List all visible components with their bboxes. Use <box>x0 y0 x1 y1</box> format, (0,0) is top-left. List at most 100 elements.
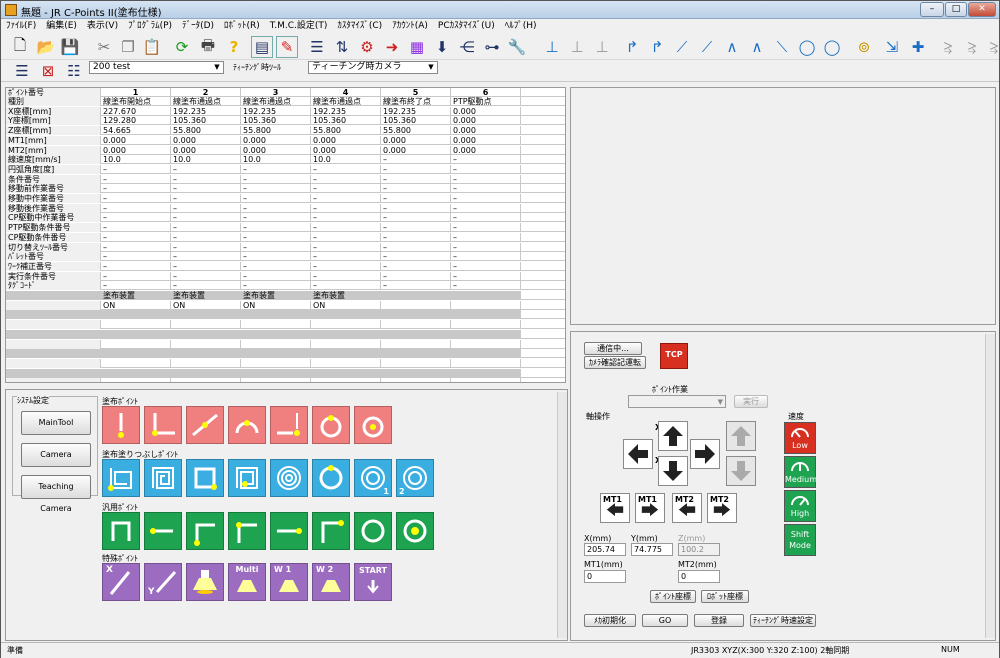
line-icon[interactable]: ⟋ <box>696 36 718 58</box>
diagonal-icon[interactable]: ⟍ <box>771 36 793 58</box>
circle2-icon[interactable]: ◯ <box>821 36 843 58</box>
grid-cell[interactable] <box>171 310 241 320</box>
grid-cell[interactable]: – <box>381 281 451 291</box>
grid-cell[interactable]: 0.000 <box>311 145 381 155</box>
circle-icon[interactable]: ◯ <box>796 36 818 58</box>
grid-cell[interactable] <box>241 310 311 320</box>
grid-header-row[interactable]: ﾎﾟｲﾝﾄ番号 1 2 3 4 5 6 <box>6 88 565 97</box>
mt1-plus-button[interactable]: MT1 <box>635 493 665 523</box>
grid-cell[interactable] <box>451 349 521 359</box>
register-button[interactable]: 登録 <box>694 614 744 627</box>
grid-cell[interactable] <box>451 358 521 368</box>
camera-check-button[interactable]: ｶﾒﾗ確認記運転 <box>584 356 646 369</box>
grid-cell[interactable]: 0.000 <box>101 145 171 155</box>
grid-cell[interactable]: – <box>241 194 311 203</box>
grid-cell[interactable]: – <box>311 213 381 223</box>
grid-cell[interactable]: – <box>451 174 521 184</box>
teaching-speed-button[interactable]: ﾃｨｰﾁﾝｸﾞ時速設定 <box>750 614 816 627</box>
grid-cell[interactable]: – <box>381 232 451 242</box>
robot-point2-icon[interactable]: ⊥ <box>566 36 588 58</box>
mt2-minus-button[interactable]: MT2 <box>672 493 702 523</box>
coat-line-start-icon[interactable] <box>144 406 182 444</box>
line-start-icon[interactable]: ↱ <box>621 36 643 58</box>
table-row[interactable]: 線速度[mm/s] 10.0 10.0 10.0 10.0– – <box>6 155 565 165</box>
grid-cell[interactable] <box>241 358 311 368</box>
grid-cell[interactable] <box>101 358 171 368</box>
grid-cell[interactable]: 192.235 <box>311 106 381 116</box>
fill-rect-icon[interactable] <box>186 459 224 497</box>
grid-cell[interactable]: – <box>101 194 171 203</box>
io-icon[interactable]: ⇅ <box>331 36 353 58</box>
grid-cell[interactable]: – <box>101 261 171 271</box>
grid-cell[interactable]: – <box>241 232 311 242</box>
fill-spiral-1-icon[interactable]: 1 <box>354 459 392 497</box>
z-plus-button[interactable] <box>726 421 756 451</box>
grid-cell[interactable]: 線塗布開始点 <box>101 97 171 106</box>
table-row[interactable]: X座標[mm] 227.670 192.235 192.235 192.235 192.2… <box>6 106 565 116</box>
grid-cell[interactable]: 塗布装置 <box>311 291 381 300</box>
tool-icon[interactable]: ⚙ <box>356 36 378 58</box>
refresh-icon[interactable]: ⟳ <box>171 36 193 58</box>
grid-cell[interactable]: – <box>171 281 241 291</box>
move-icon[interactable]: ➜ <box>381 36 403 58</box>
grid-cell[interactable]: – <box>381 242 451 252</box>
grid-cell[interactable] <box>171 320 241 330</box>
grid-cell[interactable]: – <box>311 164 381 174</box>
grid-cell[interactable]: 105.360 <box>311 116 381 126</box>
grid-cell[interactable]: ON <box>241 300 311 310</box>
line-end-icon[interactable]: ⟋ <box>671 36 693 58</box>
grid-cell[interactable]: – <box>171 184 241 194</box>
grid-cell[interactable] <box>451 320 521 330</box>
grid-cell[interactable]: 55.800 <box>241 126 311 136</box>
table-row[interactable]: 塗布装置 塗布装置 塗布装置 塗布装置 <box>6 291 565 300</box>
grid-cell[interactable] <box>311 320 381 330</box>
arc-point-icon[interactable] <box>312 512 350 550</box>
menu-view[interactable]: 表示(V) <box>82 19 123 34</box>
table-row[interactable] <box>6 339 565 349</box>
grid-cell[interactable] <box>381 368 451 378</box>
list-icon[interactable]: ☰ <box>306 36 328 58</box>
cut-icon[interactable]: ✂ <box>93 36 115 58</box>
minimize-button[interactable]: – <box>920 2 944 17</box>
grid-cell[interactable]: – <box>451 213 521 223</box>
grid-cell[interactable] <box>241 378 311 382</box>
execute-button[interactable]: 実行 <box>734 395 768 408</box>
grid-cell[interactable] <box>241 339 311 349</box>
grid-cell[interactable]: – <box>381 223 451 233</box>
print-icon[interactable]: 🖶 <box>197 36 219 58</box>
grid-cell[interactable]: – <box>241 213 311 223</box>
grid-cell[interactable]: – <box>101 203 171 213</box>
grid-cell[interactable]: 227.670 <box>101 106 171 116</box>
grid-cell[interactable] <box>311 339 381 349</box>
table-row[interactable]: ﾀｸﾞｺｰﾄﾞ – – – – – – <box>6 281 565 291</box>
grid-cell[interactable]: 0.000 <box>171 135 241 145</box>
grid-cell[interactable]: – <box>241 261 311 271</box>
grid-cell[interactable]: – <box>311 194 381 203</box>
grid-cell[interactable] <box>101 349 171 359</box>
grid-cell[interactable] <box>171 378 241 382</box>
fill-zigzag-icon[interactable] <box>102 459 140 497</box>
grid-cell[interactable]: – <box>311 203 381 213</box>
grid-cell[interactable]: – <box>171 174 241 184</box>
grid-cell[interactable]: 192.235 <box>381 106 451 116</box>
grid-cell[interactable]: – <box>171 232 241 242</box>
grid-cell[interactable]: 0.000 <box>451 145 521 155</box>
grid-cell[interactable]: 0.000 <box>311 135 381 145</box>
palette-icon[interactable]: ▦ <box>406 36 428 58</box>
grid-cell[interactable] <box>101 310 171 320</box>
download-icon[interactable]: ⬇ <box>431 36 453 58</box>
table-row[interactable]: CP駆動条件番号 – – – – – – <box>6 232 565 242</box>
save-icon[interactable]: 💾 <box>59 36 81 58</box>
speed-high-button[interactable]: High <box>784 490 816 522</box>
fill-circle-icon[interactable] <box>312 459 350 497</box>
grid-cell[interactable]: – <box>451 271 521 281</box>
table-row[interactable]: 移動前作業番号 – – – – – – <box>6 184 565 194</box>
grid-cell[interactable] <box>101 368 171 378</box>
grid-cell[interactable] <box>311 378 381 382</box>
arc2-icon[interactable]: ∧ <box>746 36 768 58</box>
edit-pen-icon[interactable]: ✎ <box>276 36 298 58</box>
table-row[interactable] <box>6 378 565 382</box>
grid-cell[interactable]: – <box>171 271 241 281</box>
point-list-icon[interactable]: ☰ <box>11 60 33 82</box>
grid-cell[interactable] <box>381 349 451 359</box>
